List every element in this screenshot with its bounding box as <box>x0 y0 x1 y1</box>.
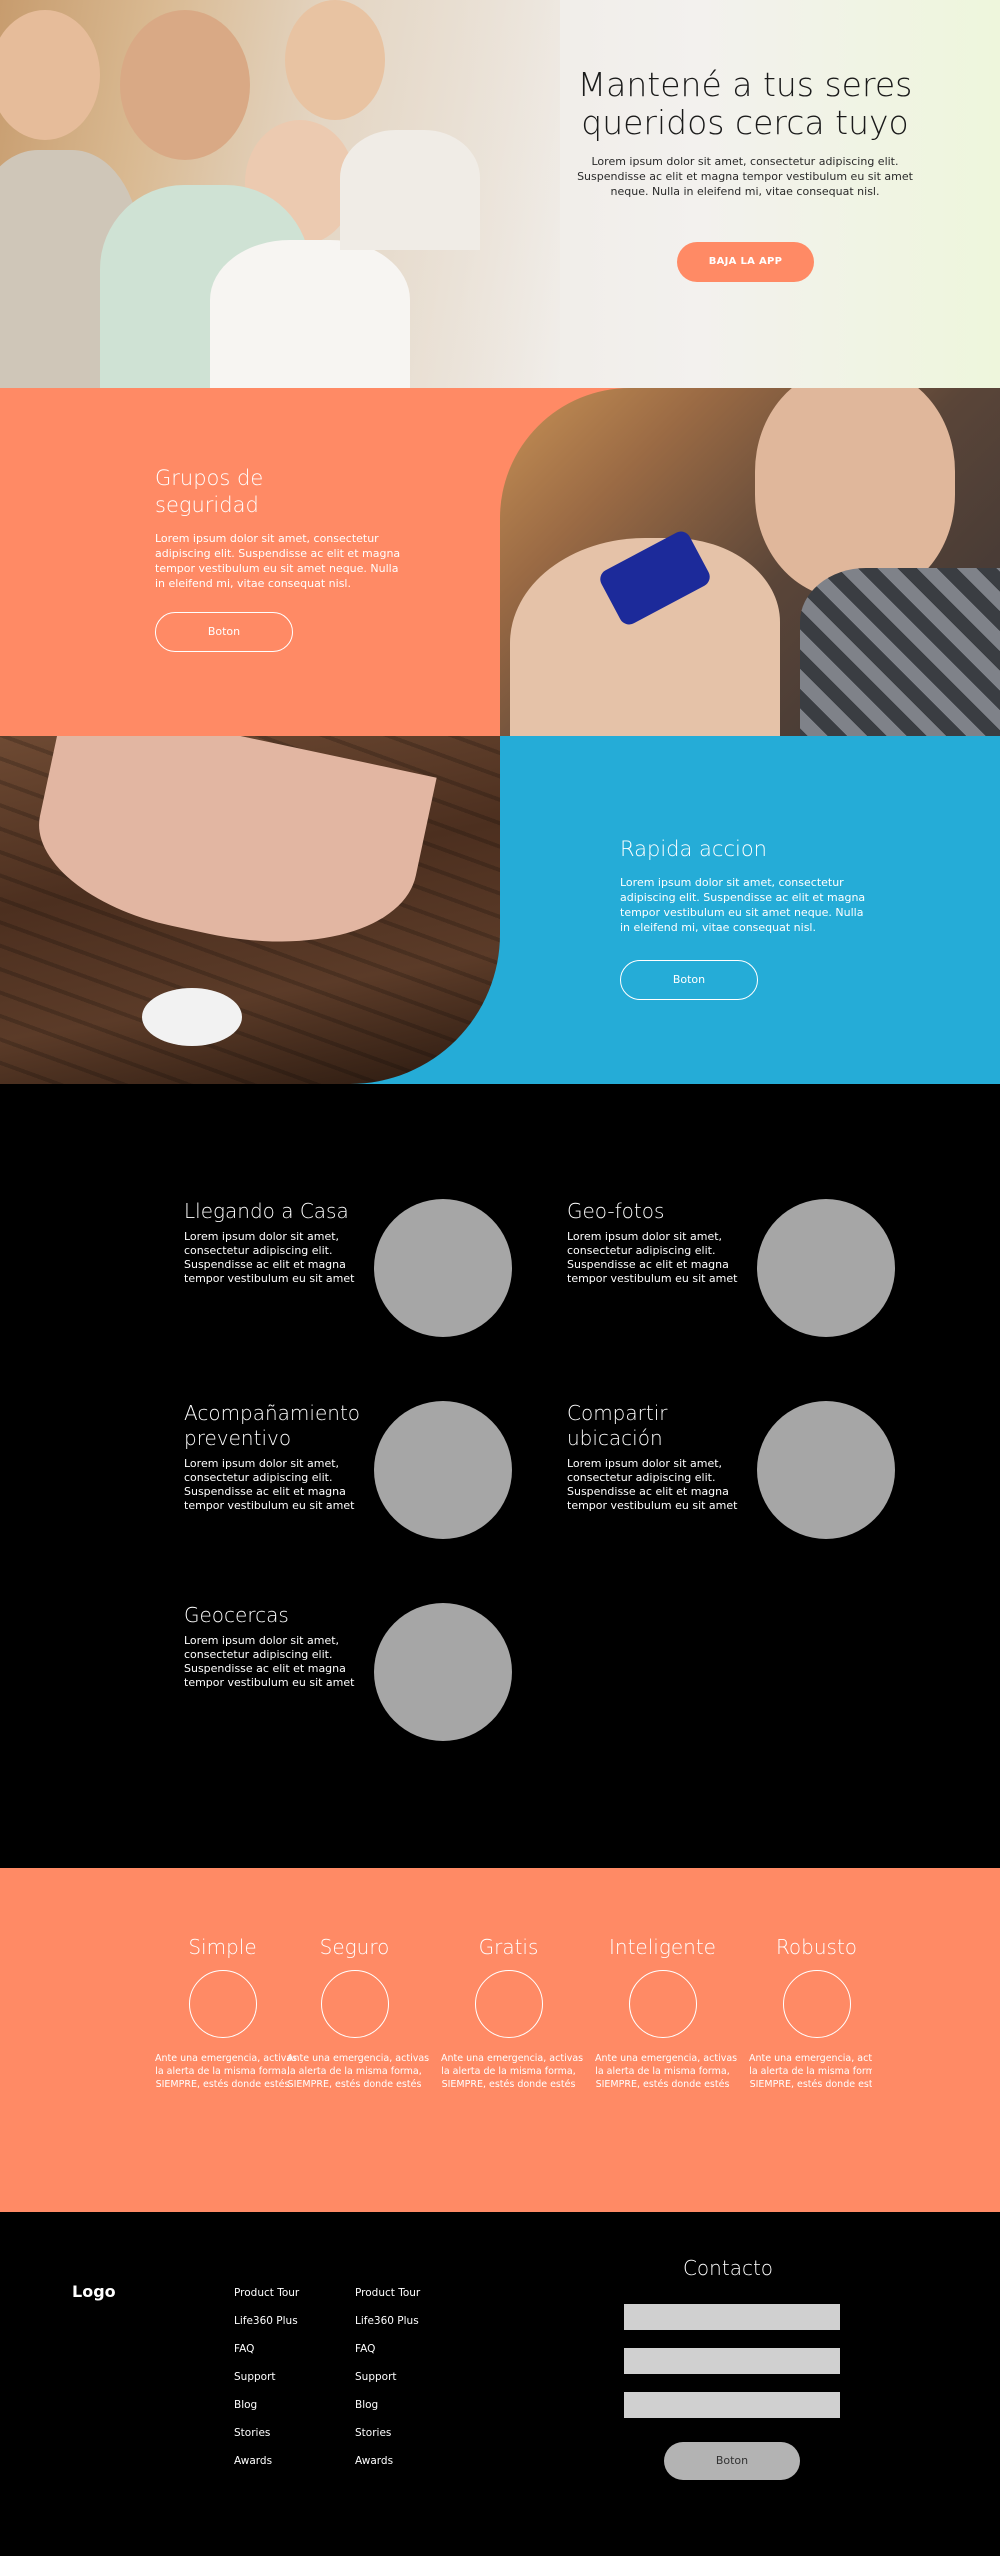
footer-link[interactable]: Life360 Plus <box>355 2314 465 2328</box>
footer-link[interactable]: Awards <box>355 2454 465 2468</box>
contact-field-1[interactable] <box>624 2304 840 2330</box>
pillar-title: Seguro <box>319 1935 390 1959</box>
feature-image-placeholder <box>757 1401 895 1539</box>
feature-title: Compartir ubicación <box>567 1401 668 1450</box>
pillar-title: Inteligente <box>609 1935 716 1959</box>
footer-link[interactable]: Product Tour <box>355 2286 465 2300</box>
quick-action-title: Rapida accion <box>620 837 767 861</box>
hero-section: Mantené a tus seres queridos cerca tuyo … <box>0 0 1000 388</box>
footer-link[interactable]: Product Tour <box>234 2286 344 2300</box>
feature-title: Llegando a Casa <box>184 1199 349 1223</box>
panic-button-photo <box>0 736 500 1084</box>
feature-item: Geocercas Lorem ipsum dolor sit amet, co… <box>184 1603 514 1743</box>
quick-action-section: Rapida accion Lorem ipsum dolor sit amet… <box>0 736 1000 1084</box>
footer-link[interactable]: Blog <box>234 2398 344 2412</box>
hero-title: Mantené a tus seres queridos cerca tuyo <box>560 66 930 142</box>
contact-field-3[interactable] <box>624 2392 840 2418</box>
quick-action-button[interactable]: Boton <box>620 960 758 1000</box>
footer-link[interactable]: Blog <box>355 2398 465 2412</box>
security-groups-content: Grupos de seguridad Lorem ipsum dolor si… <box>155 465 405 591</box>
feature-text: Lorem ipsum dolor sit amet, consectetur … <box>567 1457 738 1512</box>
footer-links-column-2: Product Tour Life360 Plus FAQ Support Bl… <box>355 2286 465 2482</box>
footer-link[interactable]: Stories <box>355 2426 465 2440</box>
pillar-item: Gratis Ante una emergencia, activas la al… <box>441 1934 584 2091</box>
pillar-icon-circle <box>628 1970 697 2038</box>
security-groups-text: Lorem ipsum dolor sit amet, consectetur … <box>155 532 401 590</box>
pillars-section: Simple Ante una emergencia, activas la al… <box>0 1868 1000 2212</box>
feature-item: Llegando a Casa Lorem ipsum dolor sit am… <box>184 1199 514 1339</box>
senior-phone-photo <box>500 388 1000 736</box>
feature-title: Geocercas <box>184 1603 289 1627</box>
feature-image-placeholder <box>757 1199 895 1337</box>
pillar-icon-circle <box>320 1970 389 2038</box>
hero-title-line2: queridos cerca tuyo <box>581 103 909 142</box>
feature-text: Lorem ipsum dolor sit amet, consectetur … <box>567 1230 738 1285</box>
feature-text: Lorem ipsum dolor sit amet, consectetur … <box>184 1634 355 1689</box>
pillar-item: Simple Ante una emergencia, activas la al… <box>155 1934 298 2091</box>
hero-description: Lorem ipsum dolor sit amet, consectetur … <box>577 155 913 198</box>
feature-image-placeholder <box>374 1199 512 1337</box>
security-groups-title-line2: seguridad <box>155 493 259 517</box>
footer-logo[interactable]: Logo <box>72 2282 116 2301</box>
footer-link[interactable]: Support <box>234 2370 344 2384</box>
quick-action-content: Rapida accion Lorem ipsum dolor sit amet… <box>620 836 870 935</box>
contact-title: Contacto <box>682 2256 774 2280</box>
hero-title-line1: Mantené a tus seres <box>577 65 913 104</box>
footer-links-column-1: Product Tour Life360 Plus FAQ Support Bl… <box>234 2286 344 2482</box>
feature-item: Geo-fotos Lorem ipsum dolor sit amet, co… <box>567 1199 897 1339</box>
pillar-text: Ante una emergencia, activasla alerta de… <box>595 2053 738 2090</box>
pillar-text: Ante una emergencia, activasla alerta de… <box>287 2053 430 2090</box>
footer-link[interactable]: Support <box>355 2370 465 2384</box>
quick-action-text: Lorem ipsum dolor sit amet, consectetur … <box>620 876 866 934</box>
feature-item: Acompañamiento preventivo Lorem ipsum do… <box>184 1401 514 1541</box>
pillar-icon-circle <box>188 1970 257 2038</box>
feature-title: Acompañamiento preventivo <box>184 1401 361 1450</box>
pillar-text: Ante una emergencia, activasla alerta de… <box>155 2053 298 2090</box>
footer-link[interactable]: Awards <box>234 2454 344 2468</box>
pillar-item: Robusto Ante una emergencia, activasla a… <box>749 1934 872 2091</box>
pillar-icon-circle <box>782 1970 851 2038</box>
pillar-title: Gratis <box>478 1935 539 1959</box>
feature-title: Geo-fotos <box>567 1199 665 1223</box>
feature-item: Compartir ubicación Lorem ipsum dolor si… <box>567 1401 897 1541</box>
security-groups-title: Grupos de seguridad <box>155 465 405 519</box>
security-groups-button[interactable]: Boton <box>155 612 293 652</box>
contact-field-2[interactable] <box>624 2348 840 2374</box>
pillar-title: Robusto <box>775 1935 858 1959</box>
pillar-text: Ante una emergencia, activasla alerta de… <box>749 2053 872 2090</box>
footer-link[interactable]: FAQ <box>234 2342 344 2356</box>
footer-link[interactable]: FAQ <box>355 2342 465 2356</box>
contact-submit-button[interactable]: Boton <box>664 2442 800 2480</box>
feature-image-placeholder <box>374 1401 512 1539</box>
pillar-title: Simple <box>188 1935 257 1959</box>
pillar-item: Inteligente Ante una emergencia, activas… <box>595 1934 738 2091</box>
pillar-item: Seguro Ante una emergencia, activas la al… <box>287 1934 430 2091</box>
pillar-icon-circle <box>474 1970 543 2038</box>
security-groups-title-line1: Grupos de <box>155 466 264 490</box>
feature-text: Lorem ipsum dolor sit amet, consectetur … <box>184 1457 355 1512</box>
features-grid: Llegando a Casa Lorem ipsum dolor sit am… <box>0 1084 1000 1868</box>
footer-link[interactable]: Life360 Plus <box>234 2314 344 2328</box>
hero-content: Mantené a tus seres queridos cerca tuyo … <box>560 66 930 199</box>
feature-image-placeholder <box>374 1603 512 1741</box>
feature-text: Lorem ipsum dolor sit amet, consectetur … <box>184 1230 355 1285</box>
download-app-button[interactable]: BAJA LA APP <box>677 242 814 282</box>
footer: Logo Product Tour Life360 Plus FAQ Suppo… <box>0 2212 1000 2556</box>
security-groups-section: Grupos de seguridad Lorem ipsum dolor si… <box>0 388 1000 736</box>
pillar-text: Ante una emergencia, activasla alerta de… <box>441 2053 584 2090</box>
footer-link[interactable]: Stories <box>234 2426 344 2440</box>
family-photo <box>0 0 560 388</box>
